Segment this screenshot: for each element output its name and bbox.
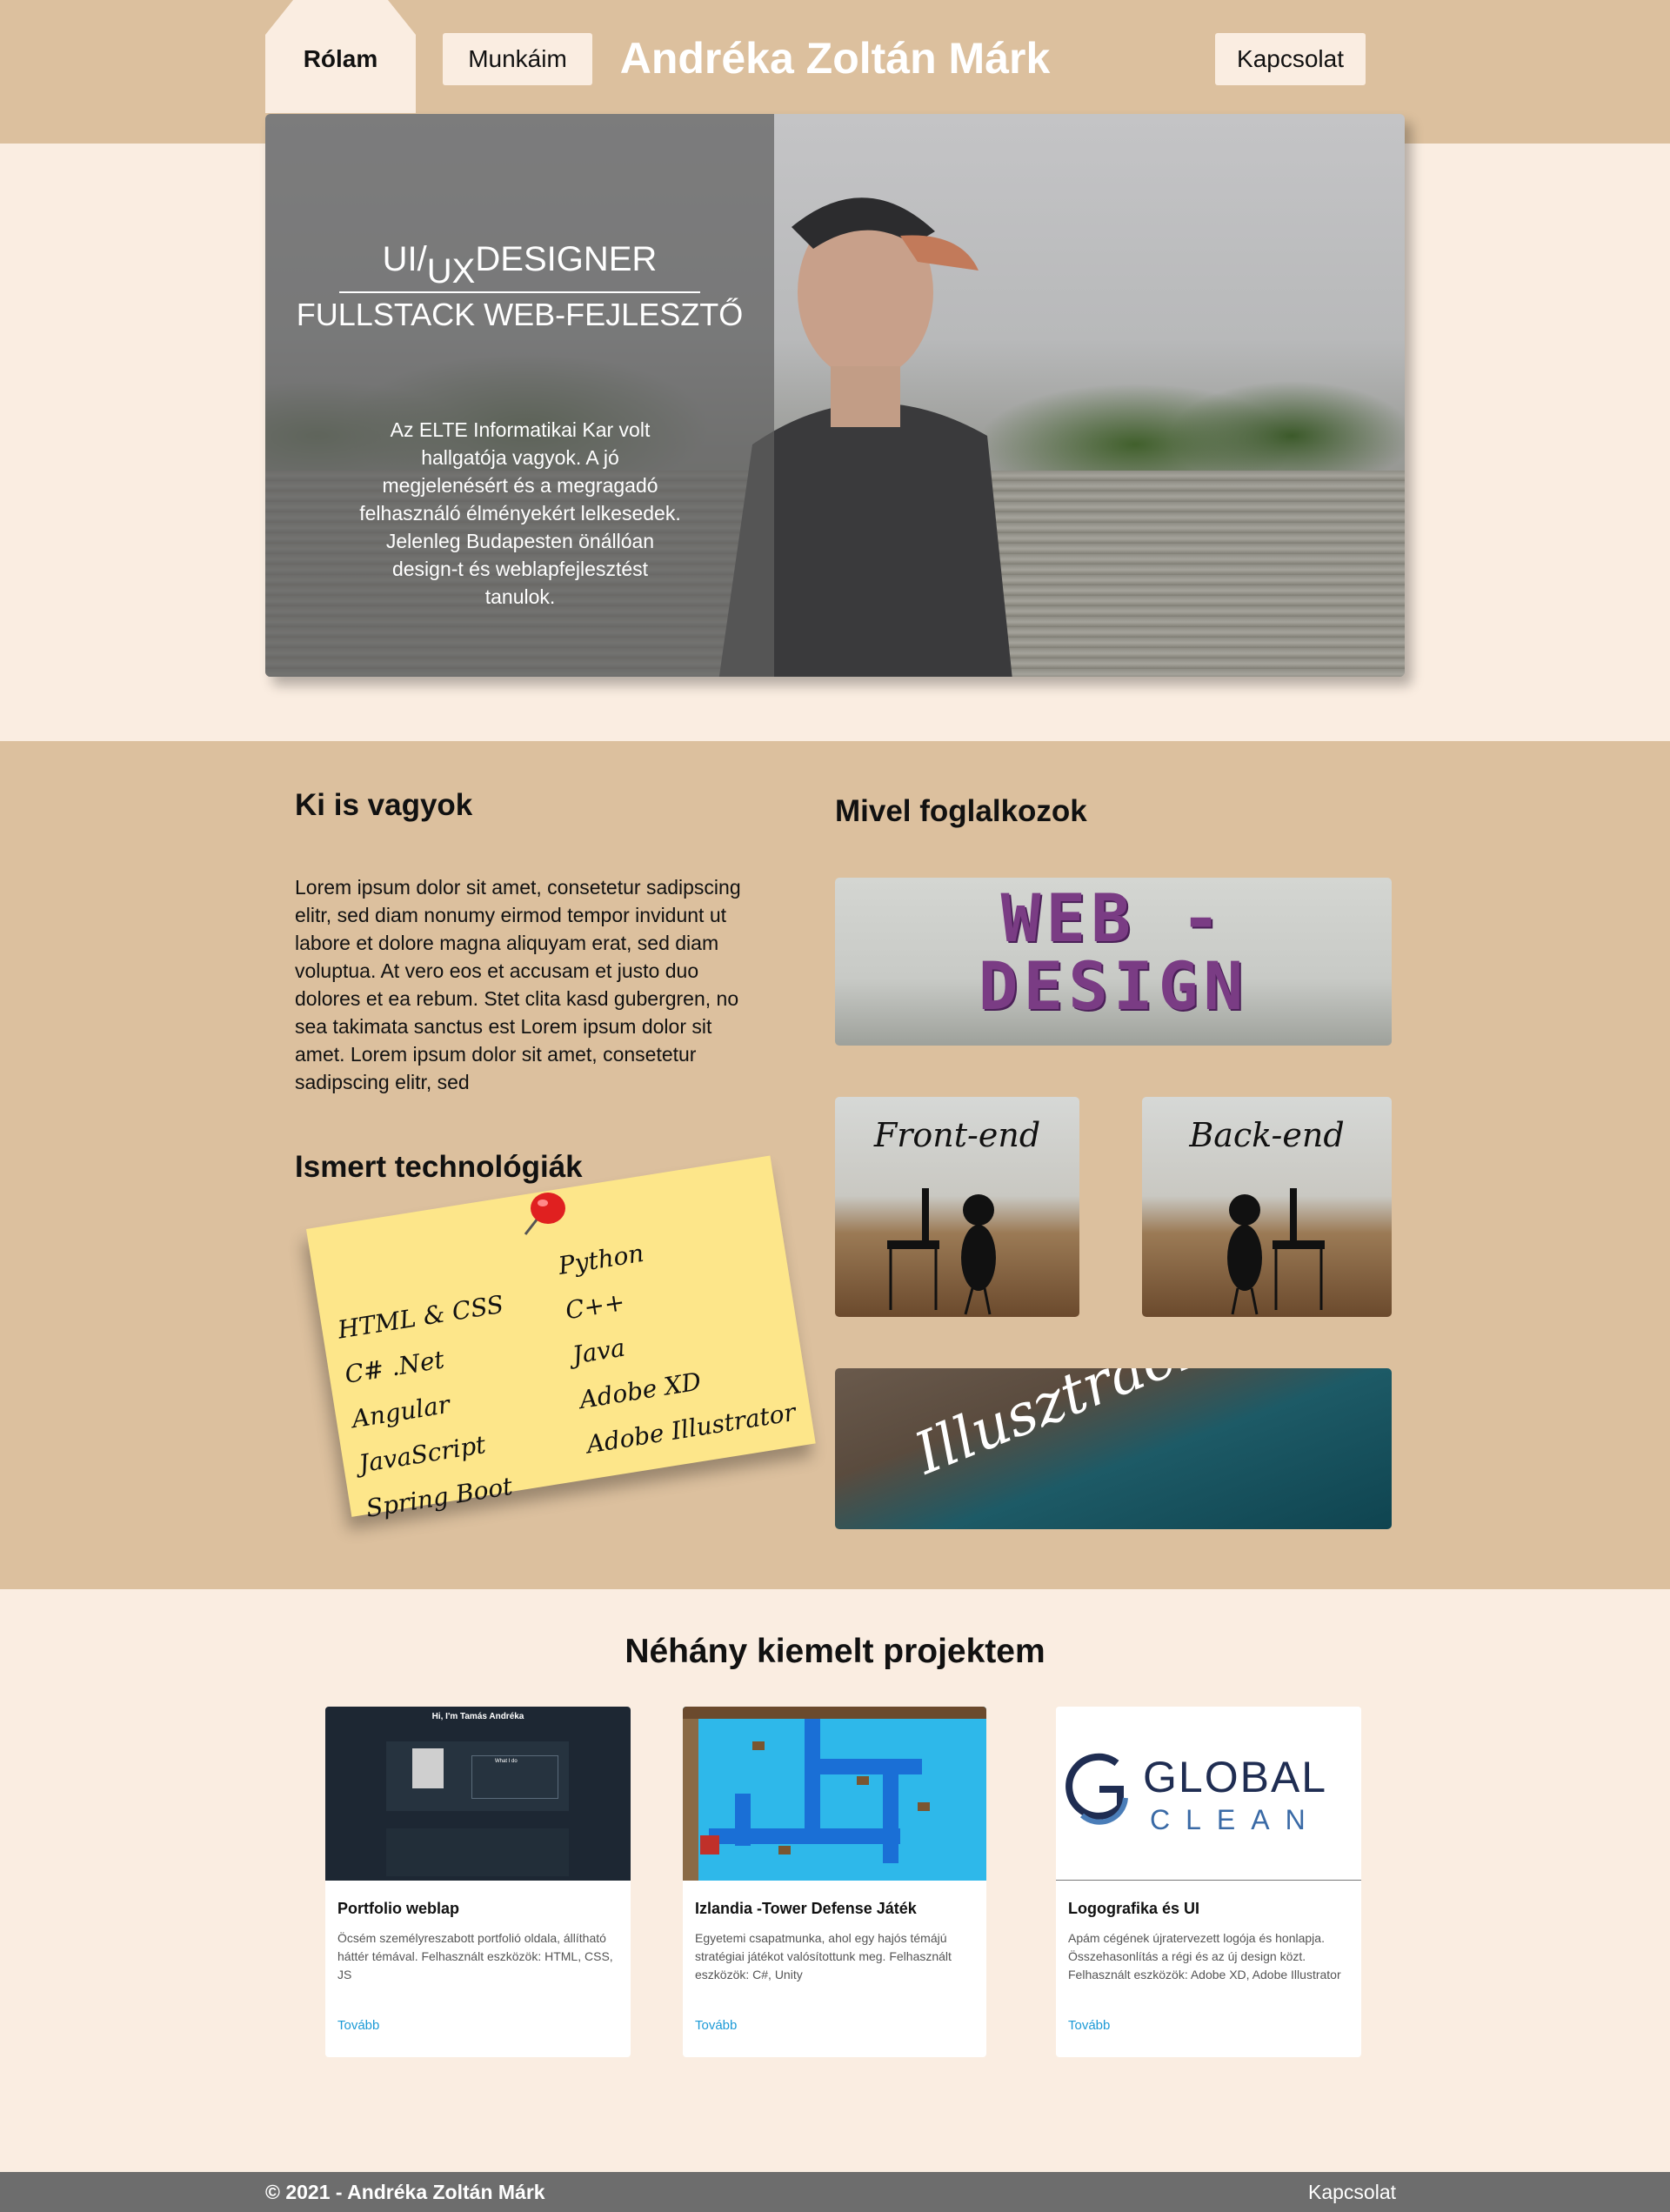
projects-heading: Néhány kiemelt projektem (625, 1633, 1045, 1670)
tech-list-left: HTML & CSS C# .Net Angular JavaScript Sp… (335, 1282, 536, 1532)
hero-role-fullstack: FULLSTACK WEB-FEJLESZTŐ (296, 297, 744, 332)
nav-contact-button[interactable]: Kapcsolat (1215, 33, 1366, 85)
project-card-tower-defense[interactable]: Izlandia -Tower Defense Játék Egyetemi c… (683, 1707, 986, 2057)
webdesign-card[interactable]: WEB - DESIGN (835, 878, 1392, 1046)
hero-role-designer: DESIGNER (475, 240, 658, 278)
work-heading: Mivel foglalkozok (835, 794, 1087, 828)
tab-about-label[interactable]: Rólam (265, 45, 416, 73)
project-description: Egyetemi csapatmunka, ahol egy hajós tém… (695, 1931, 952, 1981)
logo-line-1: GLOBAL (1143, 1753, 1328, 1801)
project-title: Izlandia -Tower Defense Játék (695, 1900, 917, 1917)
logo-line-2: CLEAN (1150, 1804, 1321, 1835)
thumb-portfolio-content (386, 1828, 569, 1876)
webdesign-line-2: DESIGN (978, 947, 1249, 1025)
thumb-portfolio-avatar (412, 1748, 444, 1788)
project-card-portfolio[interactable]: Hi, I'm Tamás Andréka What I do Portfoli… (325, 1707, 631, 2057)
backend-figure-icon (1227, 1188, 1325, 1315)
nav-works-button[interactable]: Munkáim (443, 33, 592, 85)
hero-role-ux: UX (426, 252, 476, 291)
frontend-figure-icon (887, 1188, 996, 1315)
tech-heading: Ismert technológiák (295, 1150, 583, 1184)
project-thumbnail-portfolio: Hi, I'm Tamás Andréka What I do (325, 1707, 631, 1881)
who-text: Lorem ipsum dolor sit amet, consetetur s… (295, 876, 741, 1093)
project-title: Portfolio weblap (337, 1900, 460, 1917)
project-more-link[interactable]: Tovább (1068, 2018, 1110, 2033)
hero-divider (339, 291, 700, 293)
project-more-link[interactable]: Tovább (337, 2018, 379, 2033)
push-pin-icon (524, 1193, 565, 1235)
hero-role-ui: UI/ (382, 240, 427, 278)
global-clean-logo-icon (1065, 1753, 1128, 1825)
frontend-label: Front-end (873, 1116, 1041, 1154)
project-card-logo[interactable]: GLOBAL CLEAN Logografika és UI Apám cégé… (1056, 1707, 1361, 2057)
who-heading: Ki is vagyok (295, 788, 473, 822)
project-more-link[interactable]: Tovább (695, 2018, 737, 2033)
footer: © 2021 - Andréka Zoltán Márk Kapcsolat (0, 2172, 1670, 2212)
footer-copyright: © 2021 - Andréka Zoltán Márk (265, 2181, 545, 2203)
hero-role-ui-ux-designer: UI/UXDESIGNER (265, 240, 774, 291)
webdesign-text: WEB - DESIGN (835, 885, 1392, 1020)
thumb-portfolio-box-label: What I do (495, 1759, 518, 1764)
hero-description: Az ELTE Informatikai Kar volt hallgatója… (359, 418, 681, 608)
project-description: Öcsém személyreszabott portfolió oldala,… (337, 1931, 613, 1981)
project-description: Apám cégének újratervezett logója és hon… (1068, 1931, 1341, 1981)
frontend-card[interactable]: Front-end (835, 1097, 1079, 1317)
site-title: Andréka Zoltán Márk (619, 34, 1051, 83)
project-thumbnail-logo: GLOBAL CLEAN (1056, 1707, 1361, 1881)
project-title: Logografika és UI (1068, 1900, 1200, 1917)
backend-card[interactable]: Back-end (1142, 1097, 1392, 1317)
backend-label: Back-end (1189, 1116, 1345, 1154)
illustration-label: Illusztráció (905, 1368, 1233, 1487)
thumb-portfolio-title: Hi, I'm Tamás Andréka (431, 1712, 524, 1721)
tech-list-right: Python C++ Java Adobe XD Adobe Illustrat… (555, 1211, 798, 1467)
webdesign-line-1: WEB - (1000, 879, 1226, 957)
footer-contact-link[interactable]: Kapcsolat (1308, 2181, 1396, 2204)
hero-banner: UI/UXDESIGNER FULLSTACK WEB-FEJLESZTŐ Az… (265, 114, 1405, 677)
about-section: Ki is vagyok Lorem ipsum dolor sit amet,… (0, 741, 1670, 1589)
project-thumbnail-tower-defense (683, 1707, 986, 1881)
illustration-card[interactable]: Illusztráció (835, 1368, 1392, 1529)
